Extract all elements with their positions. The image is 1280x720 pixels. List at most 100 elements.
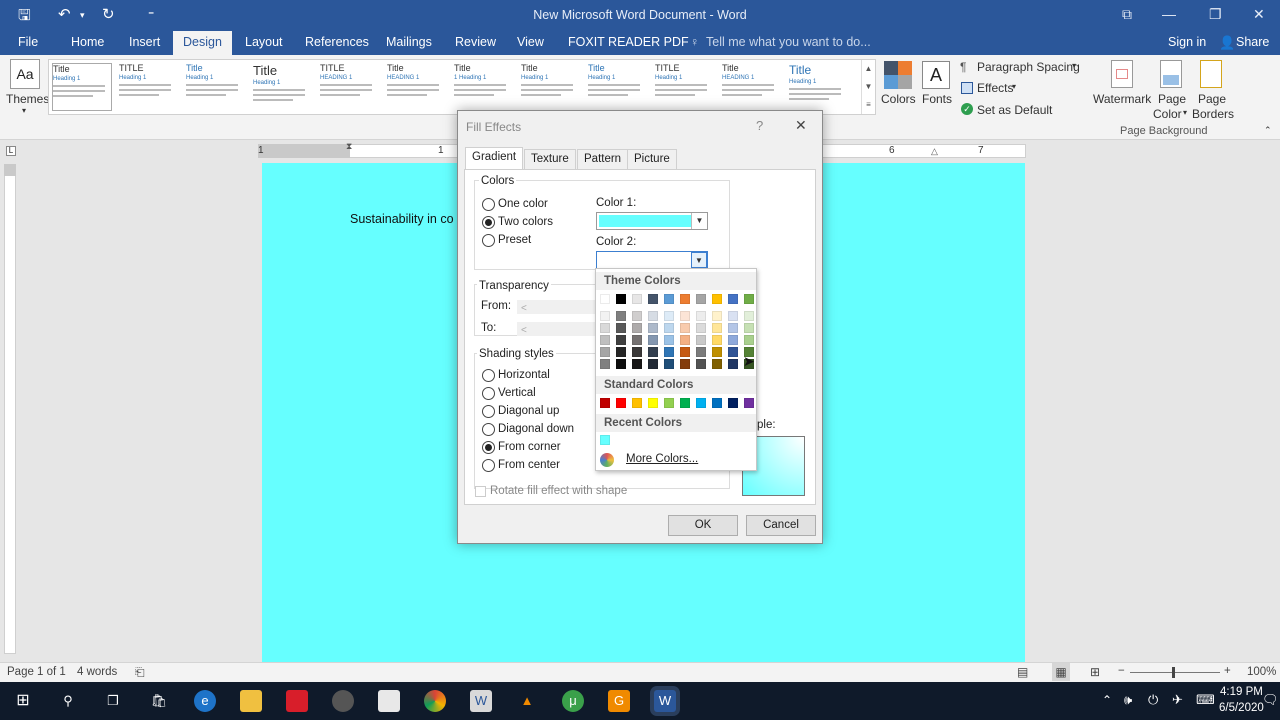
- color-swatch[interactable]: [680, 398, 690, 408]
- color-swatch[interactable]: [600, 435, 610, 445]
- effects-dropdown-icon[interactable]: ▾: [1012, 82, 1016, 91]
- color-swatch[interactable]: [712, 359, 722, 369]
- color-swatch[interactable]: [696, 294, 706, 304]
- pdf-app-icon[interactable]: [286, 690, 308, 712]
- chevron-down-icon[interactable]: ▼: [691, 252, 707, 268]
- horizontal-label[interactable]: Horizontal: [498, 369, 550, 381]
- ribbon-display-options-icon[interactable]: ⧉: [1122, 6, 1132, 23]
- color-swatch[interactable]: [600, 294, 610, 304]
- style-thumb[interactable]: Title 1 Heading 1: [454, 63, 514, 111]
- network-icon[interactable]: ✈: [1172, 692, 1183, 708]
- tab-design[interactable]: Design: [173, 31, 232, 55]
- color-swatch[interactable]: [664, 347, 674, 357]
- color-swatch[interactable]: [664, 323, 674, 333]
- color-swatch[interactable]: [712, 347, 722, 357]
- page-color-button[interactable]: Page: [1158, 92, 1186, 106]
- sign-in-link[interactable]: Sign in: [1168, 35, 1206, 49]
- tab-review[interactable]: Review: [455, 35, 496, 49]
- color-swatch[interactable]: [696, 347, 706, 357]
- collapse-ribbon-icon[interactable]: ⌃: [1264, 125, 1272, 136]
- vlc-icon[interactable]: ▲: [516, 690, 538, 712]
- color-swatch[interactable]: [600, 311, 610, 321]
- themes-dropdown-icon[interactable]: ▾: [22, 106, 26, 115]
- color-swatch[interactable]: [664, 335, 674, 345]
- two-colors-radio[interactable]: [482, 216, 495, 229]
- chevron-down-icon[interactable]: ▼: [691, 213, 707, 229]
- style-thumb[interactable]: Title Heading 1: [588, 63, 648, 111]
- tell-me-search[interactable]: Tell me what you want to do...: [706, 35, 871, 49]
- search-icon[interactable]: ⚲: [57, 690, 79, 712]
- color-swatch[interactable]: [712, 323, 722, 333]
- color-swatch[interactable]: [664, 294, 674, 304]
- preset-label[interactable]: Preset: [498, 234, 531, 246]
- color1-picker[interactable]: ▼: [596, 212, 708, 230]
- color-swatch[interactable]: [744, 398, 754, 408]
- store-icon[interactable]: 🛍: [148, 690, 170, 712]
- help-button[interactable]: ?: [756, 118, 763, 133]
- proofing-icon[interactable]: ⎗: [135, 665, 145, 680]
- from-center-label[interactable]: From center: [498, 459, 560, 471]
- color-swatch[interactable]: [728, 347, 738, 357]
- diagonal-down-label[interactable]: Diagonal down: [498, 423, 574, 435]
- set-as-default-button[interactable]: Set as Default: [977, 103, 1052, 117]
- page-color-label[interactable]: Color: [1153, 107, 1182, 121]
- close-button[interactable]: ✕: [1253, 6, 1265, 23]
- vertical-radio[interactable]: [482, 387, 495, 400]
- tab-mailings[interactable]: Mailings: [386, 35, 432, 49]
- page-borders-button[interactable]: Page: [1198, 92, 1226, 106]
- color-swatch[interactable]: [680, 311, 690, 321]
- color-swatch[interactable]: [728, 323, 738, 333]
- color-swatch[interactable]: [600, 335, 610, 345]
- diagonal-down-radio[interactable]: [482, 423, 495, 436]
- windows-start-icon[interactable]: ⊞: [12, 690, 34, 712]
- color-swatch[interactable]: [664, 398, 674, 408]
- color-swatch[interactable]: [616, 347, 626, 357]
- color-swatch[interactable]: [600, 347, 610, 357]
- right-indent-marker-icon[interactable]: △: [931, 146, 938, 157]
- from-slider[interactable]: <: [517, 300, 595, 314]
- tab-home[interactable]: Home: [71, 35, 104, 49]
- tab-picture[interactable]: Picture: [627, 149, 677, 169]
- file-explorer-icon[interactable]: [240, 690, 262, 712]
- dialog-close-button[interactable]: ✕: [795, 117, 807, 134]
- color-swatch[interactable]: [648, 347, 658, 357]
- color-swatch[interactable]: [696, 359, 706, 369]
- color-swatch[interactable]: [712, 398, 722, 408]
- color-swatch[interactable]: [728, 398, 738, 408]
- color-swatch[interactable]: [648, 323, 658, 333]
- edge-icon[interactable]: e: [194, 690, 216, 712]
- app-icon[interactable]: [332, 690, 354, 712]
- color-swatch[interactable]: [680, 323, 690, 333]
- color-swatch[interactable]: [744, 335, 754, 345]
- tab-pattern[interactable]: Pattern: [577, 149, 629, 169]
- color-swatch[interactable]: [648, 359, 658, 369]
- color-swatch[interactable]: [696, 398, 706, 408]
- word-file-icon[interactable]: W: [470, 690, 492, 712]
- colors-button[interactable]: Colors: [881, 92, 916, 106]
- style-thumb[interactable]: Title Heading 1: [521, 63, 581, 111]
- volume-icon[interactable]: 🕪: [1124, 692, 1132, 708]
- color-swatch[interactable]: [632, 294, 642, 304]
- style-thumb[interactable]: TITLE Heading 1: [655, 63, 715, 111]
- tab-gradient[interactable]: Gradient: [465, 147, 524, 170]
- two-colors-label[interactable]: Two colors: [498, 216, 553, 228]
- from-corner-label[interactable]: From corner: [498, 441, 561, 453]
- color-swatch[interactable]: [600, 323, 610, 333]
- to-slider[interactable]: <: [517, 322, 595, 336]
- one-color-label[interactable]: One color: [498, 198, 548, 210]
- style-thumb[interactable]: Title HEADING 1: [722, 63, 782, 111]
- horizontal-radio[interactable]: [482, 369, 495, 382]
- style-thumb[interactable]: Title Heading 1: [186, 63, 246, 111]
- color-swatch[interactable]: [648, 398, 658, 408]
- clock-date[interactable]: 6/5/2020: [1219, 702, 1264, 714]
- zoom-slider[interactable]: [1130, 672, 1220, 673]
- color-swatch[interactable]: [616, 323, 626, 333]
- style-thumb[interactable]: TITLE Heading 1: [119, 63, 179, 111]
- style-thumb[interactable]: Title Heading 1: [52, 63, 112, 111]
- diagonal-up-label[interactable]: Diagonal up: [498, 405, 559, 417]
- print-layout-icon[interactable]: ▦: [1052, 663, 1070, 681]
- indent-marker-icon[interactable]: ⧗: [346, 141, 352, 152]
- color-swatch[interactable]: [600, 359, 610, 369]
- from-corner-radio[interactable]: [482, 441, 495, 454]
- color-swatch[interactable]: [632, 323, 642, 333]
